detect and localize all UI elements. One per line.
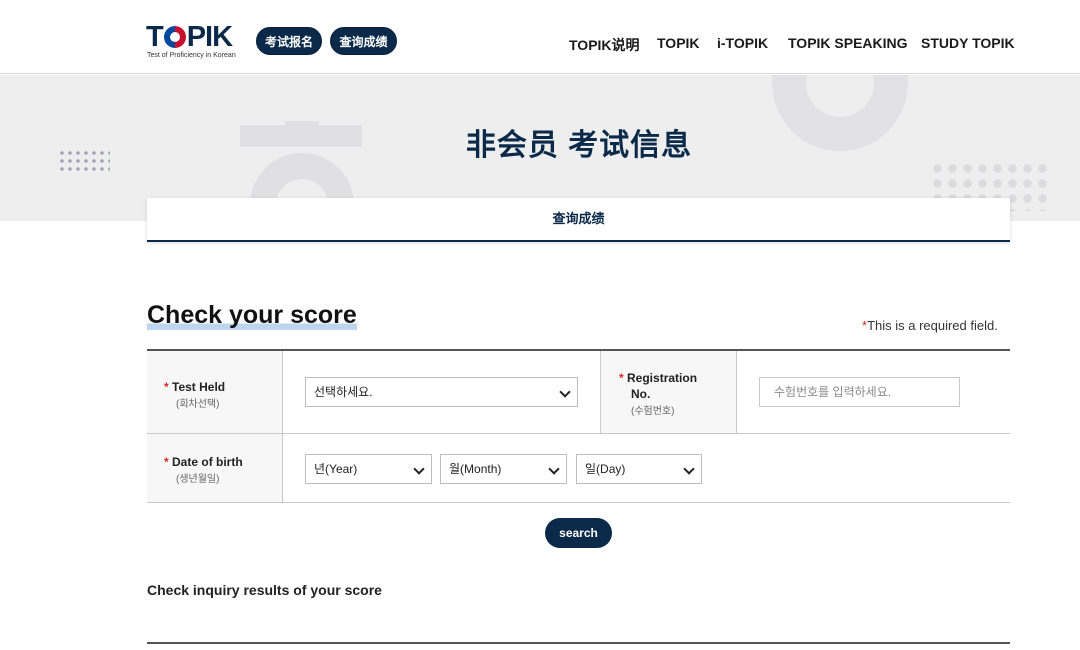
page-title: 非会员 考试信息 — [465, 129, 693, 162]
test-held-sublabel: (회차선택) — [176, 399, 220, 410]
chevron-down-icon — [683, 463, 695, 475]
registration-label: * Registration — [619, 371, 698, 385]
results-divider — [147, 642, 1010, 644]
nav-topik-info[interactable]: TOPIK说明 — [569, 35, 640, 55]
chevron-down-icon — [559, 386, 571, 398]
dob-label-cell: * Date of birth (생년월일) — [147, 434, 283, 502]
dob-day-value: 일(Day) — [585, 462, 626, 476]
score-inquiry-button[interactable]: 查询成绩 — [330, 27, 397, 55]
nav-i-topik[interactable]: i-TOPIK — [717, 35, 768, 51]
topik-logo[interactable]: T PIK Test of Proficiency in Korean — [146, 22, 242, 62]
site-header: T PIK Test of Proficiency in Korean 考试报名 … — [0, 0, 1080, 74]
taegeuk-icon — [163, 26, 186, 48]
chevron-down-icon — [413, 463, 425, 475]
nav-study-topik[interactable]: STUDY TOPIK — [921, 35, 1015, 51]
section-title: Check your score — [147, 300, 357, 330]
nav-topik-speaking[interactable]: TOPIK SPEAKING — [788, 35, 908, 51]
test-held-value: 선택하세요. — [314, 385, 373, 399]
results-title: Check inquiry results of your score — [147, 582, 382, 598]
logo-subtitle: Test of Proficiency in Korean — [147, 52, 236, 59]
tab-score-inquiry[interactable]: 查询成绩 — [147, 198, 1010, 242]
exam-registration-button[interactable]: 考试报名 — [256, 27, 322, 55]
chevron-down-icon — [548, 463, 560, 475]
required-field-note: *This is a required field. — [862, 318, 998, 333]
test-held-label-cell: * Test Held (회차선택) — [147, 351, 283, 433]
dob-year-value: 년(Year) — [314, 462, 358, 476]
dob-month-select[interactable]: 월(Month) — [440, 454, 567, 484]
nav-topik[interactable]: TOPIK — [657, 35, 700, 51]
dob-day-select[interactable]: 일(Day) — [576, 454, 702, 484]
dob-label: * Date of birth — [164, 455, 243, 469]
dob-year-select[interactable]: 년(Year) — [305, 454, 432, 484]
registration-sublabel: (수험번호) — [631, 406, 675, 417]
test-held-select[interactable]: 선택하세요. — [305, 377, 578, 407]
registration-label-line2: No. — [631, 387, 651, 401]
dob-sublabel: (생년월일) — [176, 474, 220, 485]
dob-month-value: 월(Month) — [449, 462, 502, 476]
test-held-label: * Test Held — [164, 380, 226, 394]
logo-wordmark: T PIK — [146, 21, 233, 53]
search-button[interactable]: search — [545, 518, 612, 548]
registration-number-input[interactable] — [759, 377, 960, 407]
registration-label-cell: * Registration No. (수험번호) — [600, 351, 737, 433]
required-note-text: This is a required field. — [867, 318, 998, 333]
